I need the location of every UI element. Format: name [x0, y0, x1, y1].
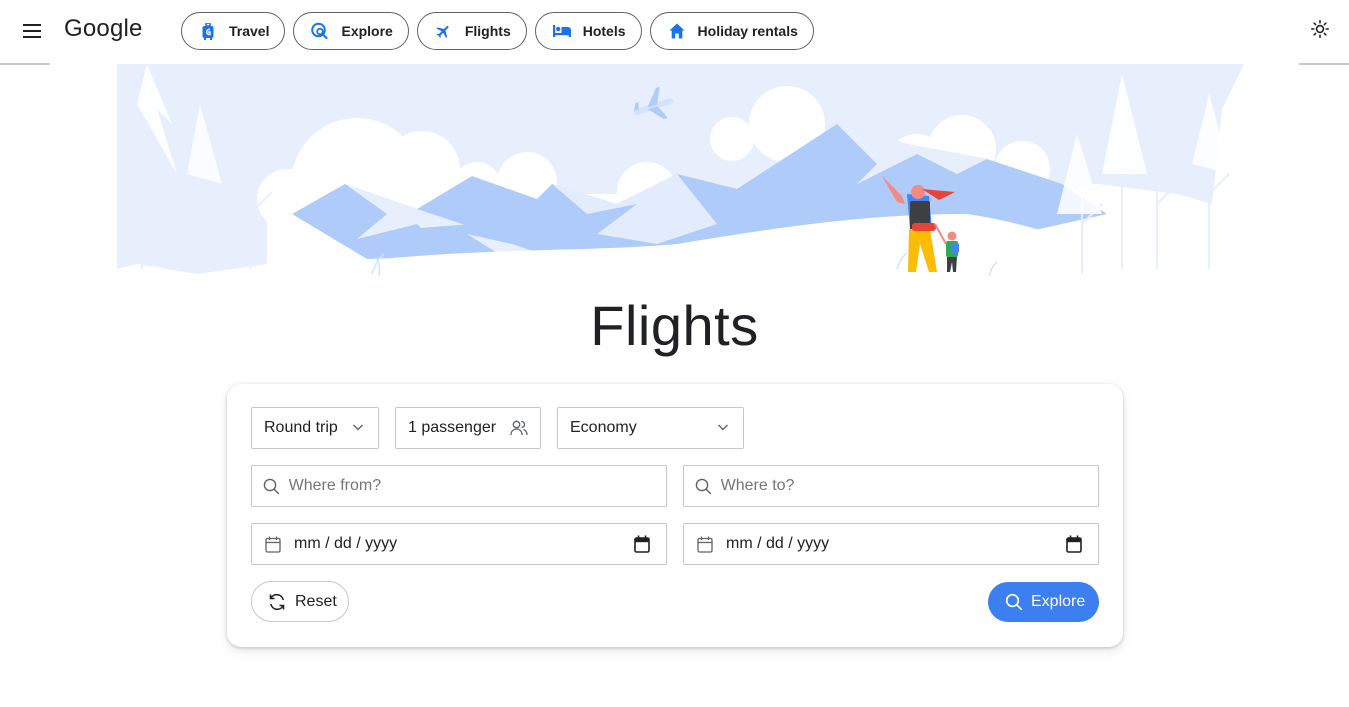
explore-globe-icon	[311, 22, 329, 40]
reset-button[interactable]: Reset	[251, 581, 349, 622]
travel-nav: Travel Explore Flights Hotels Holiday re…	[181, 12, 814, 50]
where-to-field	[683, 465, 1099, 507]
flight-search-card: Round trip 1 passenger Economy Where fro…	[227, 384, 1123, 647]
nav-chip-holiday-rentals[interactable]: Holiday rentals	[649, 12, 814, 50]
nav-chip-flights[interactable]: Flights	[416, 12, 527, 50]
page-title: Flights	[590, 294, 759, 357]
sun-icon	[1311, 20, 1329, 38]
flights-hero-illustration	[117, 64, 1244, 300]
header-divider	[1299, 63, 1349, 65]
people-icon	[510, 420, 528, 436]
cabin-class-value: Economy	[570, 419, 637, 436]
explore-label: Explore	[1031, 593, 1086, 610]
where-from-field	[251, 465, 667, 507]
nav-chip-label: Holiday rentals	[697, 23, 798, 39]
bed-icon	[552, 22, 571, 40]
passengers-value: 1 passenger	[408, 419, 497, 436]
nav-chip-label: Explore	[341, 23, 393, 39]
departure-date-value: mm / dd / yyyy	[294, 535, 398, 552]
theme-toggle-button[interactable]	[1306, 15, 1334, 43]
calendar-icon	[684, 536, 724, 553]
nav-chip-label: Flights	[464, 23, 511, 39]
header-divider	[0, 63, 50, 65]
luggage-icon	[199, 22, 217, 40]
search-icon	[684, 478, 721, 495]
trip-type-select[interactable]: Round trip	[251, 407, 379, 449]
where-from-input[interactable]	[288, 477, 666, 495]
date-picker-icon[interactable]	[634, 535, 650, 558]
return-date-value: mm / dd / yyyy	[726, 535, 830, 552]
refresh-icon	[268, 593, 286, 611]
house-icon	[668, 22, 686, 40]
nav-chip-travel[interactable]: Travel	[181, 12, 286, 50]
explore-button[interactable]: Explore	[988, 582, 1099, 622]
nav-chip-hotels[interactable]: Hotels	[534, 12, 642, 50]
date-picker-icon[interactable]	[1066, 535, 1082, 558]
top-app-bar: Google Travel Explore Flights Hotels Hol…	[0, 0, 1349, 64]
chevron-down-icon	[353, 424, 363, 431]
hamburger-menu-icon	[23, 24, 41, 38]
nav-chip-label: Hotels	[582, 23, 626, 39]
main-menu-button[interactable]	[14, 14, 50, 48]
cabin-class-select[interactable]: Economy	[557, 407, 744, 449]
search-icon	[1005, 593, 1023, 611]
airplane-icon	[435, 22, 453, 40]
trip-type-value: Round trip	[264, 419, 338, 436]
search-icon	[252, 478, 289, 495]
nav-chip-label: Travel	[229, 23, 270, 39]
departure-date-field[interactable]: mm / dd / yyyy	[251, 523, 667, 565]
chevron-down-icon	[718, 424, 728, 431]
nav-chip-explore[interactable]: Explore	[293, 12, 409, 50]
where-to-input[interactable]	[720, 477, 1098, 495]
return-date-field[interactable]: mm / dd / yyyy	[683, 523, 1099, 565]
google-logo[interactable]: Google	[64, 15, 143, 43]
reset-label: Reset	[295, 592, 337, 610]
passengers-select[interactable]: 1 passenger	[395, 407, 541, 449]
calendar-icon	[252, 536, 292, 553]
